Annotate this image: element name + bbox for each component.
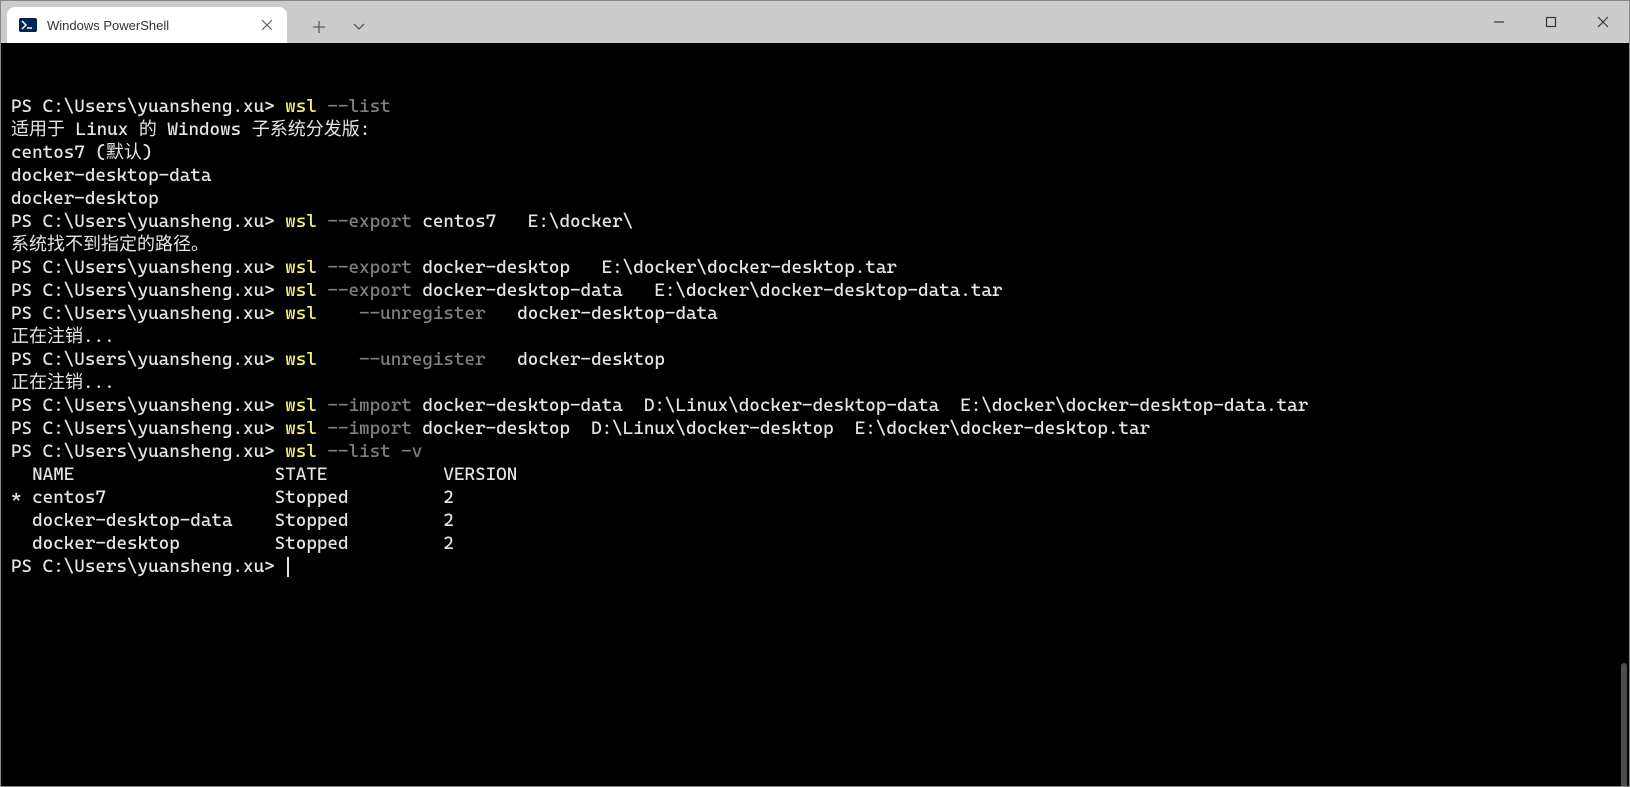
- tab-close-button[interactable]: [259, 17, 275, 33]
- close-button[interactable]: [1577, 1, 1629, 43]
- terminal-line: PS C:\Users\yuansheng.xu> wsl --unregist…: [11, 348, 1619, 371]
- terminal-line: PS C:\Users\yuansheng.xu> wsl --unregist…: [11, 302, 1619, 325]
- window-controls: [1473, 1, 1629, 43]
- terminal-line: PS C:\Users\yuansheng.xu> wsl --import d…: [11, 417, 1619, 440]
- terminal-line: PS C:\Users\yuansheng.xu> wsl --export d…: [11, 279, 1619, 302]
- tab-dropdown-button[interactable]: [343, 11, 375, 43]
- terminal-line: PS C:\Users\yuansheng.xu> wsl --import d…: [11, 394, 1619, 417]
- terminal-line: centos7 (默认): [11, 141, 1619, 164]
- tab-title: Windows PowerShell: [47, 18, 249, 33]
- terminal-output[interactable]: PS C:\Users\yuansheng.xu> wsl --list适用于 …: [1, 43, 1629, 786]
- terminal-line: PS C:\Users\yuansheng.xu> wsl --export c…: [11, 210, 1619, 233]
- terminal-line: 正在注销...: [11, 371, 1619, 394]
- terminal-line: docker-desktop Stopped 2: [11, 532, 1619, 555]
- terminal-line: docker-desktop-data Stopped 2: [11, 509, 1619, 532]
- terminal-line: PS C:\Users\yuansheng.xu> wsl --list -v: [11, 440, 1619, 463]
- terminal-line: 系统找不到指定的路径。: [11, 233, 1619, 256]
- tabs-area: Windows PowerShell: [1, 1, 375, 43]
- terminal-line: docker-desktop-data: [11, 164, 1619, 187]
- terminal-line: 正在注销...: [11, 325, 1619, 348]
- terminal-line: docker-desktop: [11, 187, 1619, 210]
- scrollbar[interactable]: [1615, 43, 1629, 786]
- tab-actions: [287, 11, 375, 43]
- minimize-button[interactable]: [1473, 1, 1525, 43]
- terminal-line: PS C:\Users\yuansheng.xu>: [11, 555, 1619, 578]
- terminal-line: PS C:\Users\yuansheng.xu> wsl --export d…: [11, 256, 1619, 279]
- powershell-icon: [19, 16, 37, 34]
- terminal-line: NAME STATE VERSION: [11, 463, 1619, 486]
- scrollbar-thumb[interactable]: [1621, 663, 1627, 786]
- terminal-window: Windows PowerShell: [0, 0, 1630, 787]
- maximize-button[interactable]: [1525, 1, 1577, 43]
- new-tab-button[interactable]: [303, 11, 335, 43]
- terminal-line: * centos7 Stopped 2: [11, 486, 1619, 509]
- terminal-line: 适用于 Linux 的 Windows 子系统分发版:: [11, 118, 1619, 141]
- tab-powershell[interactable]: Windows PowerShell: [7, 7, 287, 43]
- titlebar: Windows PowerShell: [1, 1, 1629, 43]
- cursor: [287, 557, 289, 577]
- terminal-line: PS C:\Users\yuansheng.xu> wsl --list: [11, 95, 1619, 118]
